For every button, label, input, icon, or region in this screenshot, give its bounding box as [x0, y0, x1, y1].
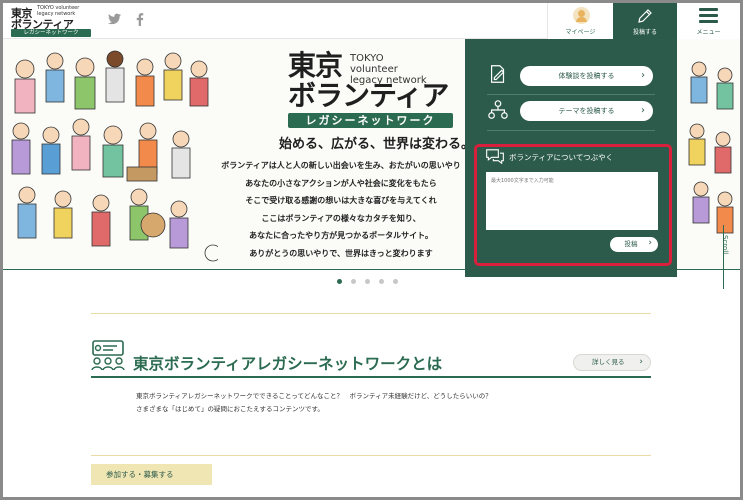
hero-line: ボランティアは人と人の新しい出会いを生み、おたがいの思いやり: [221, 161, 461, 170]
about-text-line: さまざまな「はじめて」の疑問におこたえするコンテンツです。: [136, 404, 324, 413]
hero-line: ここはボランティアの様々なカタチを知り、: [261, 213, 421, 223]
hero-tagline: 始める、広がる、世界は変わる。: [279, 137, 475, 152]
carousel-dot[interactable]: [351, 279, 356, 284]
join-section-heading: 参加する・募集する: [91, 464, 212, 485]
section-divider: [91, 455, 651, 456]
about-section-title: 東京ボランティアレガシーネットワークとは: [133, 355, 443, 373]
site-header: 東京 TOKYO volunteer legacy network ボランティア…: [3, 3, 740, 39]
panel-divider: [487, 94, 655, 95]
hero-line: そこで受け取る感謝の想いは大きな喜びを与えてくれ: [245, 196, 437, 205]
scroll-indicator-line: [723, 225, 724, 289]
facebook-icon[interactable]: [133, 13, 147, 27]
site-logo[interactable]: 東京 TOKYO volunteer legacy network ボランティア…: [11, 5, 93, 37]
menu-label: メニュー: [696, 29, 721, 36]
details-button[interactable]: 詳しく見る: [573, 354, 651, 371]
panel-divider: [487, 130, 655, 131]
post-button[interactable]: 投稿する: [613, 3, 677, 39]
twitter-icon[interactable]: [107, 13, 121, 27]
network-people-icon: [91, 340, 125, 371]
about-text-line: 東京ボランティアレガシーネットワークでできることってどんなこと？ ボランティア未…: [136, 392, 492, 400]
section-underline: [91, 376, 651, 378]
document-pen-icon: [490, 65, 505, 83]
carousel-dot[interactable]: [393, 279, 398, 284]
section-divider: [91, 313, 651, 314]
post-theme-button[interactable]: テーマを投稿する: [520, 101, 653, 121]
carousel-dot[interactable]: [365, 279, 370, 284]
crowd-illustration-right: [688, 61, 734, 234]
tweet-textarea[interactable]: [486, 172, 658, 230]
chat-bubbles-icon: [486, 149, 504, 165]
hamburger-icon: [699, 8, 718, 26]
social-links: [107, 13, 147, 27]
post-experience-button[interactable]: 体験談を投稿する: [520, 66, 653, 86]
hero-line: あなたに合ったやり方が見つかるポータルサイト。: [249, 231, 433, 240]
menu-button[interactable]: メニュー: [677, 3, 740, 39]
crowd-illustration-left: [3, 49, 218, 269]
user-avatar-icon: [573, 7, 590, 24]
carousel-dots: [337, 279, 398, 284]
submit-button[interactable]: 投稿: [610, 236, 658, 252]
hero-line: ありがとうの思いやりで、世界はきっと変わります: [249, 248, 433, 258]
hero-line: あなたの小さなアクションが人や社会に変化をもたら: [245, 178, 437, 188]
carousel-dot[interactable]: [337, 279, 342, 284]
tweet-title: ボランティアについてつぶやく: [509, 153, 614, 162]
post-label: 投稿する: [632, 29, 657, 36]
mypage-button[interactable]: マイページ: [547, 3, 613, 39]
hero-logo-english: TOKYO volunteer legacy network: [350, 53, 427, 86]
carousel-dot[interactable]: [379, 279, 384, 284]
browser-viewport: 東京 TOKYO volunteer legacy network ボランティア…: [3, 3, 740, 497]
people-network-icon: [488, 100, 508, 119]
hero-description: ボランティアは人と人の新しい出会いを生み、おたがいの思いやり あなたの小さなアク…: [216, 157, 466, 262]
logo-ribbon: レガシーネットワーク: [11, 29, 91, 37]
pencil-icon: [638, 9, 652, 23]
mypage-label: マイページ: [565, 29, 596, 36]
hero-logo: 東京 TOKYO volunteer legacy network ボランティア…: [288, 51, 458, 128]
hero-logo-ribbon: レガシーネットワーク: [288, 113, 453, 128]
about-description: 東京ボランティアレガシーネットワークでできることってどんなこと？ ボランティア未…: [136, 390, 492, 415]
post-dropdown-panel: 体験談を投稿する テーマを投稿する ボランティアについてつぶやく 投稿: [465, 39, 677, 277]
